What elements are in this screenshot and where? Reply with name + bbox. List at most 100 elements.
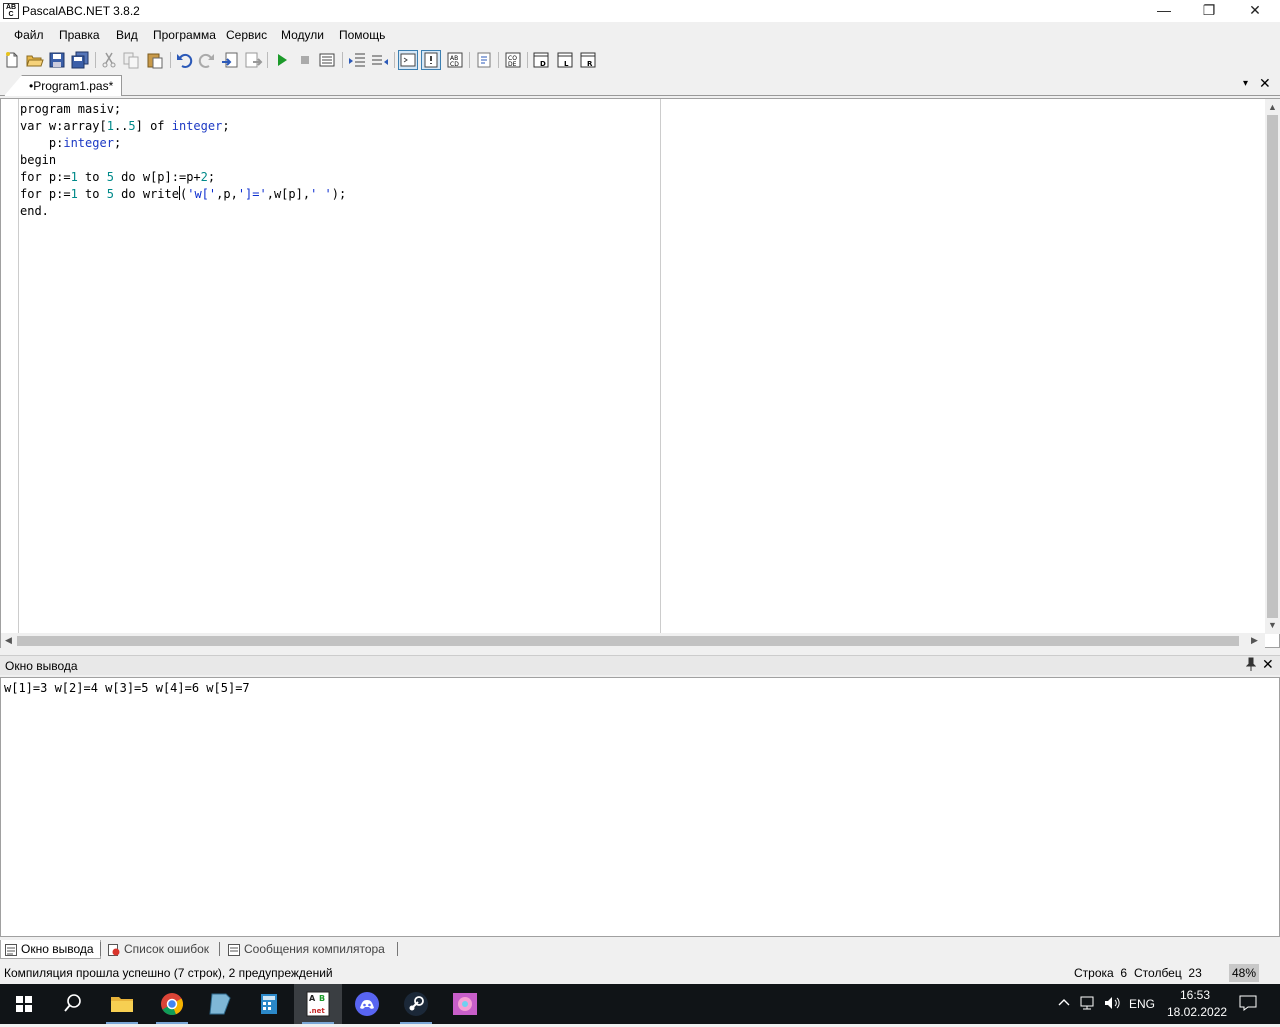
designer-icon[interactable]: L: [555, 50, 575, 70]
source-code[interactable]: program masiv; var w:array[1..5] of integ…: [20, 101, 346, 220]
code-text: do write: [113, 187, 179, 201]
input-language[interactable]: ENG: [1129, 997, 1155, 1011]
code-type: integer: [63, 136, 114, 150]
code-template-icon[interactable]: CO DE: [503, 50, 523, 70]
vertical-scroll-thumb[interactable]: [1267, 115, 1278, 618]
menu-file[interactable]: Файл: [14, 28, 44, 42]
code-number: 2: [200, 170, 208, 184]
toolbar-separator: [527, 52, 528, 68]
vertical-scrollbar[interactable]: ▲ ▼: [1265, 99, 1280, 634]
tab-list-chevron-icon[interactable]: ▾: [1243, 78, 1248, 89]
menu-view[interactable]: Вид: [116, 28, 138, 42]
redo-icon[interactable]: [197, 50, 217, 70]
find-icon[interactable]: [220, 50, 240, 70]
notifications-icon[interactable]: [1239, 995, 1257, 1014]
pascalabc-taskbar-icon[interactable]: A B .net: [294, 984, 342, 1024]
menu-service[interactable]: Сервис: [226, 28, 267, 42]
row-label: Строка: [1074, 966, 1114, 980]
svg-text:B: B: [319, 994, 325, 1003]
save-icon[interactable]: [47, 50, 67, 70]
horizontal-scroll-thumb[interactable]: [17, 636, 1239, 646]
photo-app-icon[interactable]: [441, 984, 489, 1024]
code-number: 5: [106, 187, 114, 201]
tab-program1[interactable]: •Program1.pas*: [4, 75, 123, 96]
step-into-icon[interactable]: [347, 50, 367, 70]
output-window[interactable]: w[1]=3 w[2]=4 w[3]=5 w[4]=6 w[5]=7: [0, 677, 1280, 937]
pin-icon[interactable]: [1245, 657, 1257, 674]
svg-text:L: L: [564, 60, 569, 68]
search-icon[interactable]: [48, 984, 96, 1024]
tray-expand-icon[interactable]: [1058, 995, 1070, 1012]
tab-output-window[interactable]: Окно вывода: [0, 940, 101, 959]
toolbar: AB CD CO DE D L R: [0, 48, 1280, 72]
compiler-messages-icon[interactable]: AB CD: [445, 50, 465, 70]
clock-date[interactable]: 18.02.2022: [1167, 1005, 1227, 1019]
svg-text:CD: CD: [450, 61, 459, 68]
toolbar-separator: [498, 52, 499, 68]
copy-icon[interactable]: [121, 50, 141, 70]
notes-app-icon[interactable]: [196, 984, 244, 1024]
menu-help[interactable]: Помощь: [339, 28, 385, 42]
scroll-down-icon[interactable]: ▼: [1268, 620, 1277, 630]
start-button[interactable]: [0, 984, 48, 1024]
replace-icon[interactable]: [243, 50, 263, 70]
cursor-column: Столбец 23: [1134, 966, 1202, 980]
scroll-up-icon[interactable]: ▲: [1268, 102, 1277, 112]
code-string: 'w[': [187, 187, 217, 201]
code-text: for p:=: [20, 170, 71, 184]
code-text: ,w[p],: [266, 187, 311, 201]
minimize-button[interactable]: —: [1141, 0, 1187, 22]
code-text: p:: [20, 136, 64, 150]
menu-program[interactable]: Программа: [153, 28, 216, 42]
clock-time[interactable]: 16:53: [1180, 988, 1210, 1002]
svg-text:D: D: [540, 60, 546, 68]
editor-gutter[interactable]: [1, 99, 19, 634]
code-editor[interactable]: program masiv; var w:array[1..5] of integ…: [0, 98, 1280, 648]
output-close-icon[interactable]: ✕: [1262, 656, 1274, 673]
title-bar: AB C PascalABC.NET 3.8.2 — ❐ ✕: [0, 0, 1280, 22]
code-text: ,p,: [216, 187, 238, 201]
step-over-icon[interactable]: [370, 50, 390, 70]
code-text: ;: [222, 119, 230, 133]
discord-icon[interactable]: [343, 984, 391, 1024]
calculator-icon[interactable]: [245, 984, 293, 1024]
steam-icon[interactable]: [392, 984, 440, 1024]
close-button[interactable]: ✕: [1232, 0, 1278, 22]
form-icon[interactable]: D: [531, 50, 551, 70]
reference-icon[interactable]: R: [578, 50, 598, 70]
horizontal-scrollbar[interactable]: ◀ ▶: [1, 633, 1265, 648]
open-icon[interactable]: [24, 50, 44, 70]
volume-icon[interactable]: [1103, 995, 1123, 1014]
tab-close-icon[interactable]: ✕: [1259, 75, 1271, 92]
code-text: ..: [113, 119, 129, 133]
row-value: 6: [1120, 966, 1128, 980]
network-icon[interactable]: [1080, 995, 1098, 1014]
error-list-icon[interactable]: [421, 50, 441, 70]
menu-edit[interactable]: Правка: [59, 28, 100, 42]
zoom-level: 48%: [1229, 964, 1259, 982]
new-file-icon[interactable]: [2, 50, 22, 70]
menu-modules[interactable]: Модули: [281, 28, 324, 42]
cut-icon[interactable]: [99, 50, 119, 70]
chrome-icon[interactable]: [148, 984, 196, 1024]
maximize-button[interactable]: ❐: [1186, 0, 1232, 22]
code-text: end.: [20, 204, 49, 218]
output-window-icon[interactable]: [398, 50, 418, 70]
debug-icon[interactable]: [317, 50, 337, 70]
tab-separator: [219, 942, 220, 956]
scroll-left-icon[interactable]: ◀: [5, 635, 12, 646]
format-icon[interactable]: [474, 50, 494, 70]
code-number: 1: [70, 170, 78, 184]
save-all-icon[interactable]: [70, 50, 90, 70]
code-line-6: for p:=1 to 5 do write('w[',p,']=',w[p],…: [20, 186, 346, 203]
run-icon[interactable]: [272, 50, 292, 70]
tab-error-list[interactable]: Список ошибок: [104, 940, 209, 959]
scroll-right-icon[interactable]: ▶: [1251, 635, 1258, 646]
stop-icon[interactable]: [295, 50, 315, 70]
undo-icon[interactable]: [174, 50, 194, 70]
code-text: to: [77, 187, 107, 201]
code-text: ;: [113, 136, 122, 150]
paste-icon[interactable]: [145, 50, 165, 70]
tab-compiler-messages[interactable]: Сообщения компилятора: [224, 940, 385, 959]
file-explorer-icon[interactable]: [98, 984, 146, 1024]
